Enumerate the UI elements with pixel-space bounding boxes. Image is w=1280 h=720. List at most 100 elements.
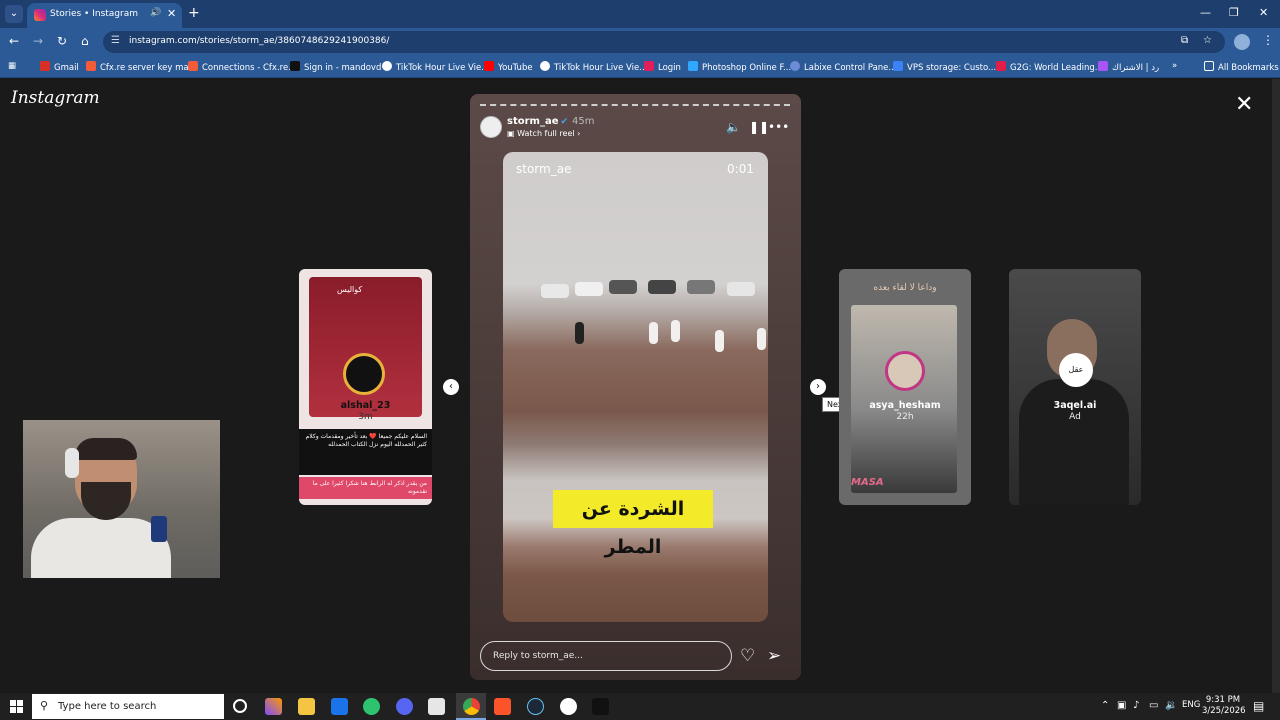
next-story-arrow-icon[interactable]: › [810, 379, 826, 395]
bookmark-gmail[interactable]: Gmail [40, 61, 79, 73]
tab-close-icon[interactable]: ✕ [167, 7, 176, 20]
bookmarks-bar: ▦ Gmail Cfx.re server key ma... Connecti… [0, 56, 1280, 78]
bookmark-photoshop[interactable]: Photoshop Online F... [688, 61, 791, 73]
bookmark-cfx-keys[interactable]: Cfx.re server key ma... [86, 61, 197, 73]
windows-start-icon[interactable] [10, 700, 23, 713]
story-time: 3m [358, 412, 373, 422]
address-bar[interactable]: ☰ instagram.com/stories/storm_ae/3860748… [103, 31, 1225, 53]
new-tab-icon[interactable]: + [188, 5, 200, 21]
bookmark-youtube[interactable]: YouTube [484, 61, 533, 73]
browser-titlebar: ⌄ Stories • Instagram 🔊 ✕ + — ❐ ✕ [0, 0, 1280, 28]
webcam-person-beard [81, 482, 131, 520]
profile-avatar[interactable] [1234, 34, 1250, 50]
outlook-icon[interactable] [331, 698, 348, 715]
close-stories-icon[interactable]: ✕ [1235, 92, 1253, 117]
taskbar-clock[interactable]: 9:31 PM 3/25/2026 [1202, 695, 1246, 717]
more-options-icon[interactable]: ••• [768, 120, 789, 134]
car-shape [687, 280, 715, 294]
story-time: 22h [896, 412, 914, 422]
forward-icon[interactable]: → [33, 34, 43, 48]
browser-tab-active[interactable]: Stories • Instagram 🔊 ✕ [27, 3, 182, 28]
story-author-username[interactable]: storm_ae [507, 116, 558, 127]
bookmark-tiktok-1[interactable]: TikTok Hour Live Vie... [382, 61, 489, 73]
site-info-icon[interactable]: ☰ [111, 35, 120, 46]
story-author-avatar[interactable] [480, 116, 502, 138]
bookmark-star-icon[interactable]: ☆ [1203, 35, 1212, 46]
story-username: alshal_23 [340, 400, 391, 411]
store-icon[interactable] [428, 698, 445, 715]
person-shape [715, 330, 724, 352]
next-story-preview[interactable]: وداعا لا لقاء بعده asya_hesham 22h MASA [839, 269, 971, 505]
reply-field[interactable] [480, 641, 732, 671]
brave-icon[interactable] [494, 698, 511, 715]
microphone-tray-icon[interactable]: ♪ [1133, 700, 1139, 711]
chrome-menu-icon[interactable]: ⋮ [1262, 33, 1274, 47]
reload-icon[interactable]: ↻ [57, 34, 67, 48]
more-bookmarks-icon[interactable]: » [1172, 61, 1177, 71]
notifications-icon[interactable]: ▤ [1253, 699, 1264, 713]
youtube-icon [484, 61, 494, 71]
previous-story-arrow-icon[interactable]: ‹ [443, 379, 459, 395]
cortana-icon[interactable] [233, 699, 247, 713]
user-avatar [885, 351, 925, 391]
mandovd-icon [290, 61, 300, 71]
vps-icon [893, 61, 903, 71]
story-progress-bar [480, 104, 790, 106]
bookmark-login[interactable]: Login [644, 61, 681, 73]
bookmark-labixe[interactable]: Labixe Control Pane... [790, 61, 897, 73]
previous-story-preview[interactable]: كواليس alshal_23 3m السلام عليكم جميعا ❤… [299, 269, 432, 505]
bookmark-subscription[interactable]: رد | الاشتراك [1098, 61, 1159, 73]
watch-full-reel-link[interactable]: ▣ Watch full reel › [507, 129, 580, 138]
all-bookmarks[interactable]: All Bookmarks [1204, 61, 1279, 73]
restore-icon[interactable]: ❐ [1229, 6, 1239, 19]
ad-story-preview[interactable]: عقل 3aqel.ai Ad [1009, 269, 1141, 505]
language-indicator[interactable]: ENG [1182, 700, 1200, 710]
instagram-logo[interactable]: Instagram [11, 88, 100, 108]
story-video[interactable]: storm_ae 0:01 الشردة عن المطر [503, 152, 768, 622]
bookmark-g2g[interactable]: G2G: World Leading... [996, 61, 1103, 73]
taskbar-search-input[interactable] [58, 699, 218, 714]
taskbar-search[interactable]: ⚲ [32, 694, 224, 719]
watch-full-reel-label: Watch full reel [517, 129, 575, 138]
active-story[interactable]: storm_ae ✔ 45m ▣ Watch full reel › 🔈 ❚❚ ••… [470, 94, 801, 680]
person-shape [671, 320, 680, 342]
tiktok-icon[interactable] [592, 698, 609, 715]
reply-input[interactable] [493, 649, 718, 663]
chrome-taskbar-active[interactable] [456, 693, 486, 720]
pause-icon[interactable]: ❚❚ [749, 120, 769, 134]
bookmark-mandovd[interactable]: Sign in - mandovd [290, 61, 381, 73]
rockstar-icon[interactable] [560, 698, 577, 715]
bookmark-cfx-connections[interactable]: Connections - Cfx.re... [188, 61, 296, 73]
window-close-icon[interactable]: ✕ [1259, 6, 1268, 19]
bookmark-vps[interactable]: VPS storage: Custo... [893, 61, 996, 73]
minimize-icon[interactable]: — [1200, 6, 1211, 19]
ad-username: 3aqel.ai [1053, 400, 1097, 411]
like-heart-icon[interactable]: ♡ [740, 646, 755, 666]
home-icon[interactable]: ⌂ [81, 34, 89, 48]
tab-search-icon[interactable]: ⌄ [5, 5, 23, 23]
video-watermark-username: storm_ae [516, 162, 572, 176]
person-shape [649, 322, 658, 344]
tab-audio-icon[interactable]: 🔊 [150, 8, 161, 18]
edge-icon[interactable] [363, 698, 380, 715]
install-app-icon[interactable]: ⧉ [1181, 35, 1188, 46]
copilot-icon[interactable] [265, 698, 282, 715]
file-explorer-icon[interactable] [298, 698, 315, 715]
volume-icon[interactable]: 🔈 [726, 120, 741, 134]
bookmark-tiktok-2[interactable]: TikTok Hour Live Vie... [540, 61, 647, 73]
tray-app-icon[interactable]: ▣ [1117, 700, 1126, 711]
share-send-icon[interactable]: ➢ [767, 646, 781, 666]
page-scrollbar[interactable] [1272, 79, 1280, 693]
story-banner-text: كواليس [337, 285, 363, 294]
network-icon[interactable]: ▭ [1149, 700, 1158, 711]
steam-icon[interactable] [527, 698, 544, 715]
windows-taskbar: ⚲ ⌃ ▣ ♪ ▭ 🔉 ENG 9:31 PM 3/25/2026 ▤ [0, 693, 1280, 720]
labixe-icon [790, 61, 800, 71]
apps-icon[interactable]: ▦ [8, 61, 16, 71]
tray-expand-icon[interactable]: ⌃ [1101, 700, 1109, 711]
back-icon[interactable]: ← [9, 34, 19, 48]
speaker-icon[interactable]: 🔉 [1165, 700, 1177, 711]
story-author[interactable]: storm_ae ✔ 45m [507, 116, 595, 127]
discord-icon[interactable] [396, 698, 413, 715]
chrome-icon [463, 698, 480, 715]
